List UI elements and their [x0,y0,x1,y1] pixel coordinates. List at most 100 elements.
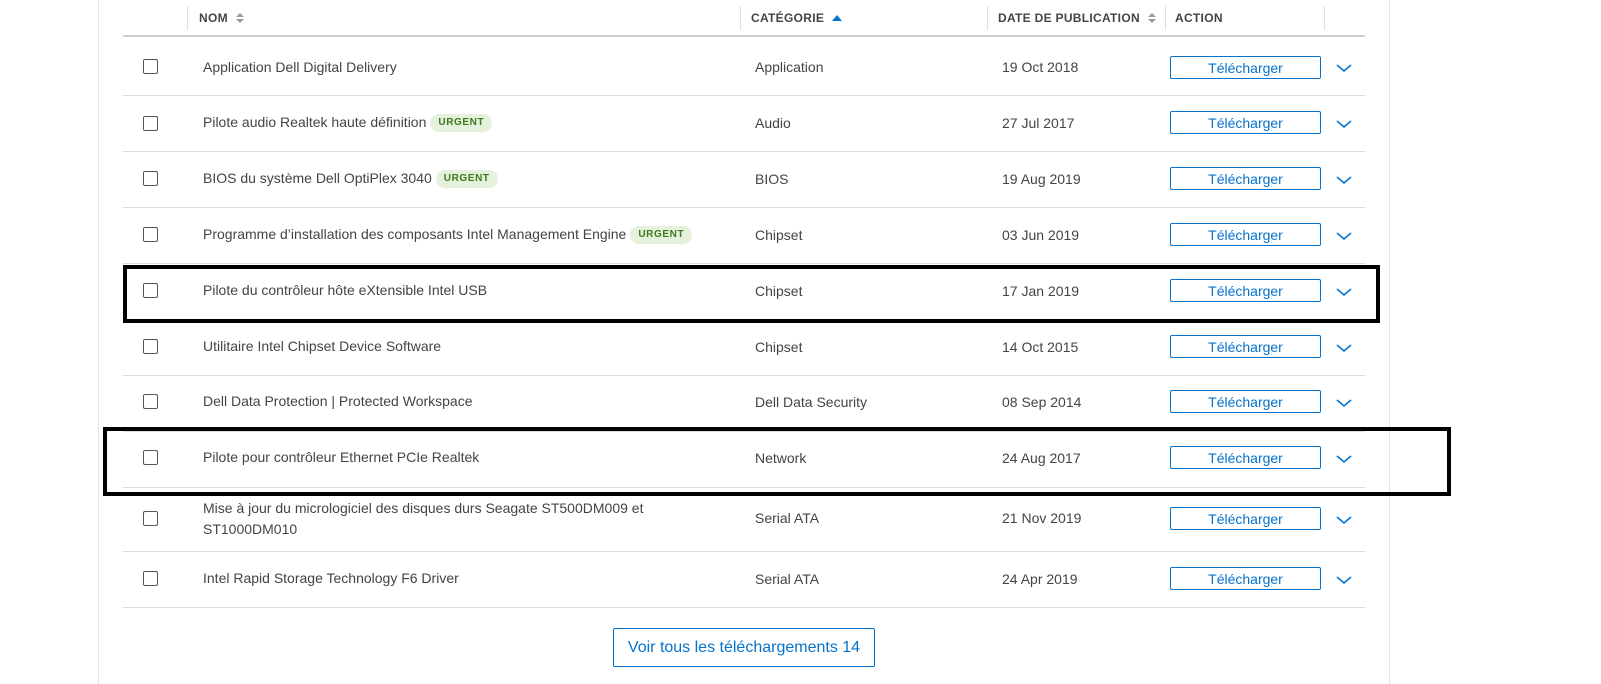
chevron-down-icon[interactable] [1336,175,1352,185]
driver-name-text: Pilote du contrôleur hôte eXtensible Int… [203,282,488,298]
download-button[interactable]: Télécharger [1170,567,1321,590]
table-row: Dell Data Protection | Protected Workspa… [123,376,1365,432]
driver-category: Network [755,450,807,466]
header-name-label: NOM [199,10,228,25]
driver-date: 27 Jul 2017 [1002,115,1075,131]
chevron-down-icon[interactable] [1336,343,1352,353]
download-button[interactable]: Télécharger [1170,279,1321,302]
download-button[interactable]: Télécharger [1170,446,1321,469]
header-separator [987,6,988,30]
table-row: Utilitaire Intel Chipset Device Software… [123,320,1365,376]
view-all-downloads-button[interactable]: Voir tous les téléchargements 14 [613,628,875,667]
download-button[interactable]: Télécharger [1170,390,1321,413]
table-row: Programme d’installation des composants … [123,208,1365,264]
driver-name-text: BIOS du système Dell OptiPlex 3040 [203,170,432,186]
table-row: Pilote pour contrôleur Ethernet PCIe Rea… [123,432,1365,488]
chevron-down-icon[interactable] [1336,515,1352,525]
driver-date: 21 Nov 2019 [1002,510,1082,526]
driver-name: Pilote audio Realtek haute définition URG… [203,112,673,133]
row-checkbox[interactable] [143,283,158,298]
header-separator [1324,6,1325,30]
row-checkbox[interactable] [143,511,158,526]
chevron-down-icon[interactable] [1336,454,1352,464]
header-action: ACTION [1175,0,1223,35]
driver-date: 24 Apr 2019 [1002,571,1078,587]
driver-category: Chipset [755,283,803,299]
urgent-badge: URGENT [435,169,498,188]
driver-name-text: Mise à jour du micrologiciel des disques… [203,500,644,537]
driver-date: 14 Oct 2015 [1002,339,1079,355]
table-row: Application Dell Digital Delivery Applic… [123,39,1365,96]
table-row: Mise à jour du micrologiciel des disques… [123,488,1365,552]
driver-name-text: Programme d’installation des composants … [203,226,627,242]
driver-date: 24 Aug 2017 [1002,450,1081,466]
header-name[interactable]: NOM [199,0,244,35]
driver-name-text: Dell Data Protection | Protected Workspa… [203,393,473,409]
driver-category: Serial ATA [755,571,820,587]
driver-name-text: Pilote audio Realtek haute définition [203,114,427,130]
driver-name-text: Intel Rapid Storage Technology F6 Driver [203,570,459,586]
table-row: Pilote audio Realtek haute définition URG… [123,96,1365,152]
driver-name-text: Pilote pour contrôleur Ethernet PCIe Rea… [203,449,480,465]
download-button[interactable]: Télécharger [1170,167,1321,190]
table-row: BIOS du système Dell OptiPlex 3040 URGENT… [123,152,1365,208]
driver-name: Utilitaire Intel Chipset Device Software [203,336,673,357]
chevron-down-icon[interactable] [1336,398,1352,408]
driver-name: Mise à jour du micrologiciel des disques… [203,498,663,540]
driver-name: Application Dell Digital Delivery [203,57,673,78]
driver-category: BIOS [755,171,789,187]
header-date[interactable]: DATE DE PUBLICATION [998,0,1156,35]
header-date-label: DATE DE PUBLICATION [998,10,1140,25]
chevron-down-icon[interactable] [1336,575,1352,585]
row-checkbox[interactable] [143,59,158,74]
driver-name: Intel Rapid Storage Technology F6 Driver [203,568,673,589]
sort-icon[interactable] [1147,12,1156,23]
row-checkbox[interactable] [143,571,158,586]
driver-name: Programme d’installation des composants … [203,224,723,245]
row-checkbox[interactable] [143,227,158,242]
driver-date: 19 Aug 2019 [1002,171,1081,187]
row-checkbox[interactable] [143,339,158,354]
download-button[interactable]: Télécharger [1170,335,1321,358]
row-checkbox[interactable] [143,171,158,186]
download-button[interactable]: Télécharger [1170,111,1321,134]
driver-category: Chipset [755,227,803,243]
download-button[interactable]: Télécharger [1170,507,1321,530]
header-action-label: ACTION [1175,10,1223,25]
driver-name-text: Application Dell Digital Delivery [203,59,397,75]
driver-category: Audio [755,115,791,131]
driver-name: Dell Data Protection | Protected Workspa… [203,391,673,412]
chevron-down-icon[interactable] [1336,63,1352,73]
header-separator [187,6,188,30]
driver-name: BIOS du système Dell OptiPlex 3040 URGENT [203,168,673,189]
driver-date: 08 Sep 2014 [1002,394,1082,410]
row-checkbox[interactable] [143,450,158,465]
driver-category: Chipset [755,339,803,355]
urgent-badge: URGENT [430,113,493,132]
driver-category: Application [755,59,824,75]
driver-name: Pilote du contrôleur hôte eXtensible Int… [203,280,673,301]
header-separator [1165,6,1166,30]
table-row: Intel Rapid Storage Technology F6 Driver… [123,552,1365,608]
header-separator [740,6,741,30]
header-category[interactable]: CATÉGORIE [751,0,843,35]
driver-date: 03 Jun 2019 [1002,227,1080,243]
table-header: NOM CATÉGORIE DATE DE PUBLICATION ACTION [123,0,1365,37]
download-button[interactable]: Télécharger [1170,56,1321,79]
download-button[interactable]: Télécharger [1170,223,1321,246]
driver-name-text: Utilitaire Intel Chipset Device Software [203,338,442,354]
chevron-down-icon[interactable] [1336,231,1352,241]
chevron-down-icon[interactable] [1336,287,1352,297]
driver-category: Serial ATA [755,510,820,526]
chevron-down-icon[interactable] [1336,119,1352,129]
driver-name: Pilote pour contrôleur Ethernet PCIe Rea… [203,447,673,468]
driver-category: Dell Data Security [755,394,868,410]
sort-asc-icon[interactable] [832,14,843,21]
driver-date: 17 Jan 2019 [1002,283,1080,299]
table-row: Pilote du contrôleur hôte eXtensible Int… [123,264,1365,320]
header-category-label: CATÉGORIE [751,10,825,25]
driver-date: 19 Oct 2018 [1002,59,1079,75]
row-checkbox[interactable] [143,116,158,131]
row-checkbox[interactable] [143,394,158,409]
sort-icon[interactable] [235,12,244,23]
